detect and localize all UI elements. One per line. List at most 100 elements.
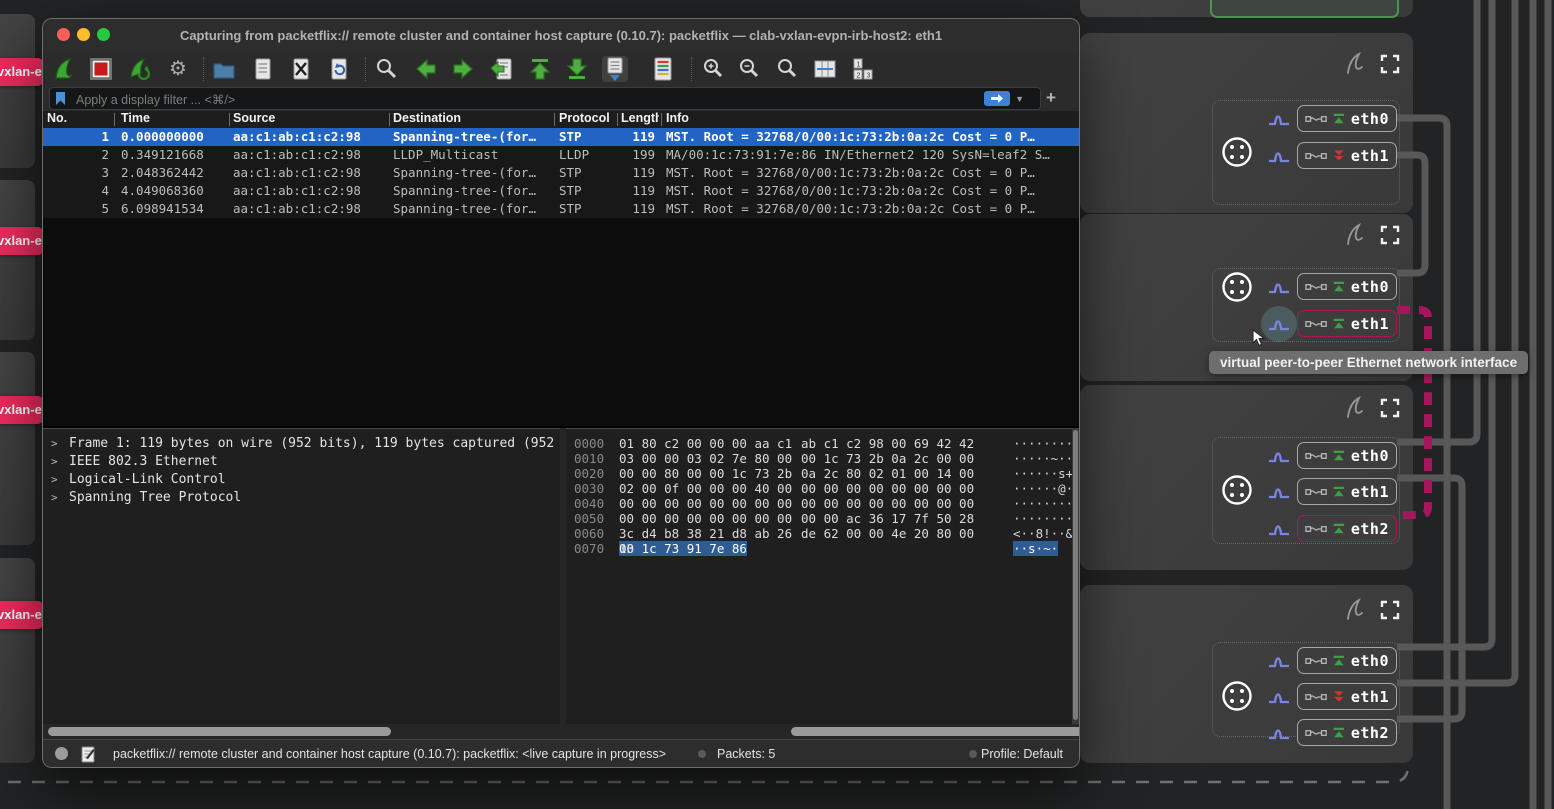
zoom-in-icon[interactable] [700, 56, 726, 82]
display-filter-field[interactable]: ▼ [49, 87, 1041, 110]
capture-comment-icon[interactable] [81, 746, 95, 763]
packet-row-selected[interactable]: 10.000000000 aa:c1:ab:c1:c2:98Spanning-t… [43, 128, 1079, 146]
traffic-pulse-icon[interactable] [1268, 520, 1290, 538]
detail-row[interactable]: >Logical-Link Control [43, 471, 560, 489]
toggle-columns-icon[interactable]: 123 [850, 56, 876, 82]
interface-button-eth1[interactable]: eth1 [1297, 142, 1397, 169]
colorize-packets-icon[interactable] [650, 56, 676, 82]
column-protocol[interactable]: Protocol [559, 111, 610, 125]
find-packet-icon[interactable] [373, 56, 399, 82]
expand-icon[interactable] [1380, 600, 1400, 620]
column-destination[interactable]: Destination [393, 111, 461, 125]
expand-icon[interactable] [1380, 225, 1400, 245]
container-node-icon[interactable] [1219, 472, 1255, 508]
hex-row[interactable]: 004000 00 00 00 00 00 00 00 00 00 00 00 … [566, 496, 1079, 511]
selected-field-bytes[interactable]: 00 1c 73 91 7e 86 [619, 541, 747, 556]
traffic-pulse-icon[interactable] [1268, 278, 1290, 296]
traffic-pulse-icon[interactable] [1268, 110, 1290, 128]
zoom-out-icon[interactable] [736, 56, 762, 82]
go-last-packet-icon[interactable] [564, 56, 590, 82]
container-node-icon[interactable] [1219, 134, 1255, 170]
auto-scroll-icon[interactable] [602, 56, 628, 82]
restart-capture-icon[interactable] [126, 56, 152, 82]
add-filter-button[interactable]: + [1046, 88, 1056, 108]
expand-icon[interactable] [1380, 54, 1400, 74]
interface-button-eth1-highlighted[interactable]: eth1 [1297, 310, 1397, 337]
detail-row[interactable]: >Frame 1: 119 bytes on wire (952 bits), … [43, 435, 560, 453]
interface-button-eth0[interactable]: eth0 [1297, 273, 1397, 300]
hex-row[interactable]: 002000 00 80 00 00 1c 73 2b 0a 2c 80 02 … [566, 466, 1079, 481]
hex-dump-pane[interactable]: 000001 80 c2 00 00 00 aa c1 ab c1 c2 98 … [566, 428, 1079, 725]
node-name-badge[interactable]: vxlan-e [0, 396, 43, 424]
container-node-icon[interactable] [1219, 269, 1255, 305]
filter-bookmark-icon[interactable] [54, 91, 68, 106]
traffic-pulse-icon[interactable] [1268, 447, 1290, 465]
interface-button-eth1[interactable]: eth1 [1297, 478, 1397, 505]
go-to-packet-icon[interactable] [489, 56, 515, 82]
detail-hscrollbar-thumb[interactable] [48, 727, 391, 736]
apply-filter-button[interactable] [984, 91, 1010, 106]
interface-button-eth2-highlighted[interactable]: eth2 [1297, 515, 1397, 542]
shark-fin-icon[interactable] [1342, 222, 1368, 248]
packet-row[interactable]: 56.098941534 aa:c1:ab:c1:c2:98Spanning-t… [43, 200, 1079, 218]
hex-row[interactable]: 003002 00 0f 00 00 00 40 00 00 00 00 00 … [566, 481, 1079, 496]
traffic-pulse-icon[interactable] [1268, 652, 1290, 670]
zoom-reset-icon[interactable] [774, 56, 800, 82]
selected-field-ascii[interactable]: ··s·~· [1013, 541, 1058, 556]
maximize-window-button[interactable] [97, 28, 110, 41]
expert-info-icon[interactable] [55, 747, 68, 760]
packet-detail-pane[interactable]: >Frame 1: 119 bytes on wire (952 bits), … [43, 428, 560, 725]
interface-button-eth1[interactable]: eth1 [1297, 683, 1397, 710]
interface-button-eth0[interactable]: eth0 [1297, 442, 1397, 469]
traffic-pulse-icon[interactable] [1268, 724, 1290, 742]
display-filter-input[interactable] [74, 88, 978, 111]
node-name-badge[interactable]: vxlan-e [0, 227, 43, 255]
profile-label[interactable]: Profile: Default [981, 740, 1063, 768]
save-file-icon[interactable] [250, 56, 276, 82]
column-info[interactable]: Info [666, 111, 689, 125]
interface-button-eth0[interactable]: eth0 [1297, 105, 1397, 132]
hex-row-highlighted[interactable]: 0070 00 1c 73 91 7e 86 13 ··s·~· [566, 541, 1079, 556]
node-name-badge[interactable]: vxlan-e [0, 601, 43, 629]
hex-row[interactable]: 001003 00 00 03 02 7e 80 00 00 1c 73 2b … [566, 451, 1079, 466]
traffic-pulse-icon[interactable] [1268, 147, 1290, 165]
detail-row[interactable]: >Spanning Tree Protocol [43, 489, 560, 507]
interface-button-eth0[interactable]: eth0 [1297, 647, 1397, 674]
hex-row[interactable]: 005000 00 00 00 00 00 00 00 00 00 ac 36 … [566, 511, 1079, 526]
packet-row[interactable]: 20.349121668 aa:c1:ab:c1:c2:98LLDP_Multi… [43, 146, 1079, 164]
node-name-badge[interactable]: vxlan-e [0, 58, 43, 86]
go-forward-icon[interactable] [450, 56, 476, 82]
open-file-icon[interactable] [211, 56, 237, 82]
stop-capture-icon[interactable] [88, 56, 114, 82]
capture-options-gear-icon[interactable]: ⚙ [165, 56, 191, 82]
go-first-packet-icon[interactable] [527, 56, 553, 82]
packet-row[interactable]: 32.048362442 aa:c1:ab:c1:c2:98Spanning-t… [43, 164, 1079, 182]
shark-fin-icon[interactable] [1342, 395, 1368, 421]
interface-button-eth2[interactable]: eth2 [1297, 719, 1397, 746]
traffic-pulse-icon[interactable] [1268, 483, 1290, 501]
traffic-pulse-icon[interactable] [1268, 315, 1290, 333]
go-back-icon[interactable] [413, 56, 439, 82]
hex-vertical-scrollbar[interactable] [1072, 428, 1079, 724]
shark-fin-icon[interactable] [1342, 597, 1368, 623]
reload-file-icon[interactable] [326, 56, 352, 82]
column-length[interactable]: Length [621, 111, 659, 125]
hex-hscrollbar-thumb[interactable] [791, 727, 1080, 736]
interface-button-partial[interactable] [1210, 0, 1399, 18]
traffic-pulse-icon[interactable] [1268, 688, 1290, 706]
hex-row[interactable]: 00603c d4 b8 38 21 d8 ab 26 de 62 00 00 … [566, 526, 1079, 541]
filter-dropdown-caret[interactable]: ▼ [1015, 94, 1024, 104]
close-file-icon[interactable] [288, 56, 314, 82]
container-node-icon[interactable] [1219, 678, 1255, 714]
column-no[interactable]: No. [47, 111, 67, 125]
minimize-window-button[interactable] [77, 28, 90, 41]
detail-row[interactable]: >IEEE 802.3 Ethernet [43, 453, 560, 471]
shark-fin-icon[interactable] [1342, 51, 1368, 77]
packet-row[interactable]: 44.049068360 aa:c1:ab:c1:c2:98Spanning-t… [43, 182, 1079, 200]
start-capture-icon[interactable] [50, 56, 76, 82]
column-source[interactable]: Source [233, 111, 275, 125]
close-window-button[interactable] [57, 28, 70, 41]
packet-list-header[interactable]: No. Time Source Destination Protocol Len… [43, 111, 1079, 129]
column-time[interactable]: Time [121, 111, 150, 125]
resize-columns-icon[interactable] [812, 56, 838, 82]
